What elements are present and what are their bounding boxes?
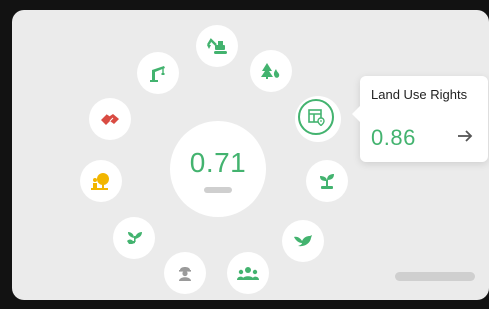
arrow-right-icon[interactable] bbox=[456, 127, 474, 145]
indicator-node-bird[interactable] bbox=[282, 220, 324, 262]
indicator-node-excavator[interactable] bbox=[196, 25, 238, 67]
indicator-node-forest-fire[interactable] bbox=[250, 50, 292, 92]
crane-icon bbox=[149, 64, 167, 82]
land-use-map-icon bbox=[307, 108, 325, 126]
community-icon bbox=[237, 266, 259, 280]
score-placeholder-bar bbox=[204, 187, 232, 193]
indicator-node-hand-plant[interactable] bbox=[113, 217, 155, 259]
indicator-node-handshake[interactable] bbox=[89, 98, 131, 140]
indicator-node-person-tree[interactable] bbox=[80, 160, 122, 202]
tooltip-value: 0.86 bbox=[371, 125, 416, 150]
indicator-node-community[interactable] bbox=[227, 252, 269, 294]
bird-icon bbox=[293, 233, 313, 249]
indicator-node-land-use-rights[interactable] bbox=[296, 97, 340, 141]
trees-fire-icon bbox=[261, 62, 281, 80]
tooltip-title: Land Use Rights bbox=[371, 87, 468, 102]
hand-plant-icon bbox=[125, 229, 143, 247]
overall-score: 0.71 bbox=[189, 147, 247, 178]
indicator-node-worker[interactable] bbox=[164, 252, 206, 294]
horizontal-scrollbar[interactable] bbox=[395, 272, 475, 281]
active-indicator-ring bbox=[298, 99, 334, 135]
person-tree-icon bbox=[91, 172, 111, 190]
sprout-icon bbox=[318, 172, 336, 190]
indicator-node-crane[interactable] bbox=[137, 52, 179, 94]
excavator-icon bbox=[206, 37, 228, 55]
overall-score-circle: 0.71 bbox=[170, 121, 266, 217]
worker-icon bbox=[177, 264, 193, 282]
indicator-tooltip: Land Use Rights 0.86 bbox=[352, 76, 488, 162]
indicator-panel: 0.71 Land Use Rights 0.86 bbox=[12, 10, 489, 300]
handshake-icon bbox=[100, 111, 120, 127]
indicator-node-sprout[interactable] bbox=[306, 160, 348, 202]
